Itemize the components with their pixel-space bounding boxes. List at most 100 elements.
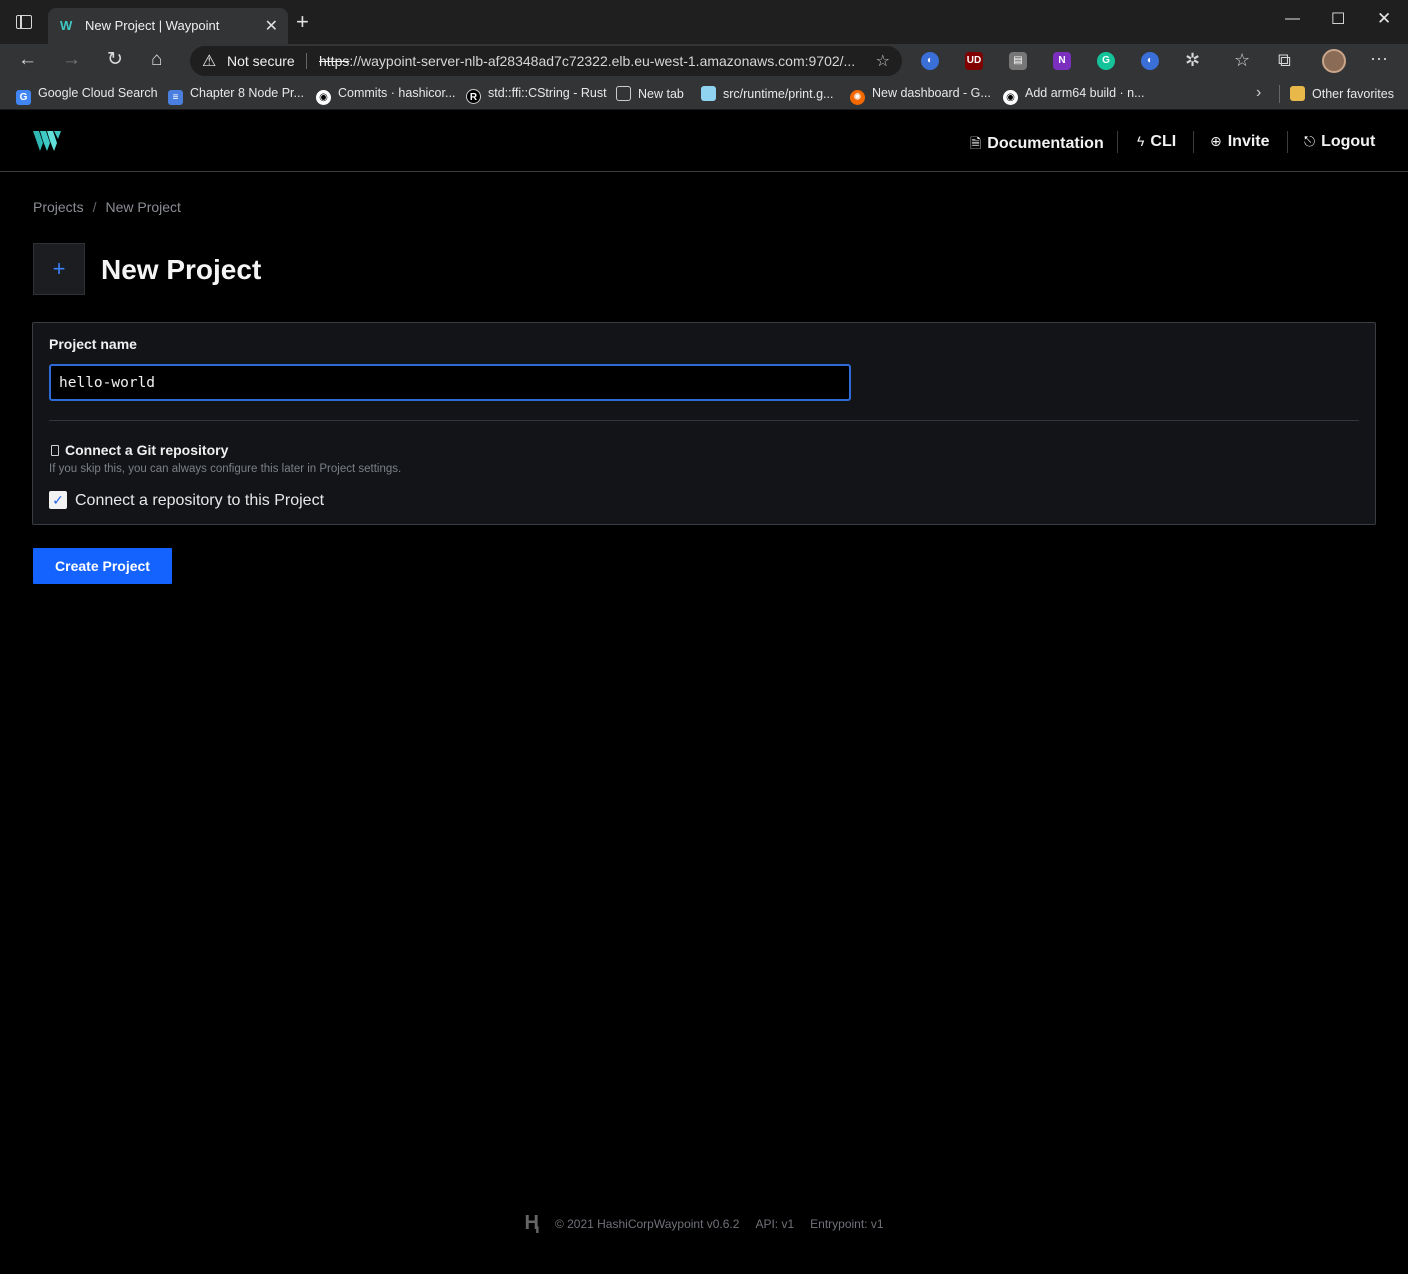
extension-copy-icon[interactable]: ▤ [1009, 52, 1027, 70]
bookmark-label: src/runtime/print.g... [723, 87, 834, 101]
footer-api-version: API: v1 [755, 1216, 795, 1231]
tab-actions-icon[interactable] [16, 15, 32, 29]
grammarly-extension-icon[interactable]: G [1097, 52, 1115, 70]
waypoint-logo-icon[interactable] [33, 129, 61, 153]
browser-toolbar: ← → ↻ ⌂ ⚠ Not secure https://waypoint-se… [0, 44, 1408, 78]
breadcrumb-projects-link[interactable]: Projects [33, 199, 84, 215]
address-bar[interactable]: ⚠ Not secure https://waypoint-server-nlb… [190, 46, 902, 76]
nav-logout[interactable]: ⎋ Logout [1304, 133, 1375, 151]
go-file-icon [701, 86, 716, 101]
git-section-hint: If you skip this, you can always configu… [49, 463, 402, 475]
repository-icon [51, 445, 59, 456]
plus-circle-icon: ⊕ [1210, 133, 1222, 149]
grafana-icon: ✺ [850, 90, 865, 105]
breadcrumb: Projects / New Project [33, 199, 181, 215]
logout-icon: ⎋ [1304, 133, 1316, 149]
bookmark-runtime-print[interactable]: src/runtime/print.g... [701, 86, 833, 101]
folder-icon [1290, 86, 1305, 101]
minimize-icon[interactable]: — [1285, 10, 1300, 27]
profile-avatar[interactable] [1322, 49, 1346, 73]
breadcrumb-separator: / [92, 199, 97, 215]
bookmark-label: New tab [638, 87, 684, 101]
browser-titlebar: W New Project | Waypoint ✕ + — ☐ ✕ [0, 0, 1408, 44]
url-scheme: https [319, 53, 350, 69]
app-footer: Ⱨ © 2021 HashiCorpWaypoint v0.6.2 API: v… [0, 1212, 1408, 1240]
document-icon: 🗎 [970, 135, 982, 151]
extensions-puzzle-icon[interactable]: ✲ [1185, 50, 1200, 71]
back-icon[interactable]: ← [18, 50, 37, 70]
bookmark-label: std::ffi::CString - Rust [488, 86, 607, 100]
new-tab-page-icon [616, 86, 631, 101]
nav-documentation-label: Documentation [987, 135, 1104, 152]
new-tab-icon[interactable]: + [296, 11, 309, 33]
hashicorp-logo-icon[interactable]: Ⱨ [524, 1212, 538, 1235]
nav-invite-label: Invite [1227, 133, 1270, 150]
home-icon[interactable]: ⌂ [151, 50, 162, 70]
rust-icon: R [466, 89, 481, 104]
bookmark-arm64-build[interactable]: ◉ Add arm64 build · n... [1003, 86, 1145, 105]
nav-divider [1287, 131, 1288, 153]
app-header: 🗎 Documentation ϟ CLI ⊕ Invite ⎋ Logout [0, 111, 1408, 172]
bookmark-label: Other favorites [1312, 87, 1394, 101]
bookmarks-bar: G Google Cloud Search ≡ Chapter 8 Node Pr.… [0, 78, 1408, 110]
plus-icon: + [33, 243, 85, 295]
bookmark-google-cloud-search[interactable]: G Google Cloud Search [16, 86, 158, 105]
github-icon: ◉ [316, 90, 331, 105]
security-status[interactable]: Not secure [227, 53, 295, 69]
tab-close-icon[interactable]: ✕ [265, 16, 278, 36]
new-project-form: Project name Connect a Git repository If… [32, 322, 1376, 525]
project-name-label: Project name [49, 336, 137, 352]
footer-copyright: © 2021 HashiCorpWaypoint v0.6.2 [555, 1217, 740, 1231]
bookmark-label: Google Cloud Search [38, 86, 158, 100]
bookmark-chapter-8[interactable]: ≡ Chapter 8 Node Pr... [168, 86, 304, 105]
forward-icon[interactable]: → [62, 50, 81, 70]
url-text[interactable]: https://waypoint-server-nlb-af28348ad7c7… [319, 53, 859, 69]
connect-repository-checkbox[interactable]: ✓ [49, 491, 67, 509]
more-menu-icon[interactable]: ··· [1370, 48, 1388, 69]
bookmark-new-tab[interactable]: New tab [616, 86, 684, 101]
footer-version: Waypoint v0.6.2 [653, 1216, 740, 1231]
onenote-extension-icon[interactable]: N [1053, 52, 1071, 70]
bookmark-rust-cstring[interactable]: Rstd::ffi::CString - Rust [466, 86, 607, 104]
nav-logout-label: Logout [1321, 133, 1376, 150]
extension-one-icon[interactable]: ◐ [921, 52, 939, 70]
bookmark-label: Add arm64 build · n... [1025, 86, 1145, 100]
create-project-button[interactable]: Create Project [33, 548, 172, 584]
breadcrumb-current: New Project [105, 199, 181, 215]
nav-cli-label: CLI [1150, 133, 1177, 150]
form-divider [49, 420, 1359, 421]
browser-tab-active[interactable]: W New Project | Waypoint ✕ [48, 8, 288, 44]
warning-icon: ⚠ [202, 53, 217, 70]
ublock-extension-icon[interactable]: UD [965, 52, 983, 70]
bookmarks-divider [1279, 85, 1280, 103]
docs-icon: ≡ [168, 90, 183, 105]
nav-invite[interactable]: ⊕ Invite [1210, 133, 1270, 151]
bookmark-label: New dashboard - G... [872, 86, 991, 100]
nav-documentation[interactable]: 🗎 Documentation [970, 133, 1104, 157]
bookmark-other-favorites[interactable]: Other favorites [1290, 86, 1394, 101]
bookmark-label: Commits · hashicor... [338, 86, 456, 100]
page-title: New Project [101, 254, 262, 285]
connect-repository-label[interactable]: Connect a repository to this Project [75, 492, 324, 510]
bookmarks-overflow-icon[interactable]: › [1256, 84, 1261, 102]
checkmark-icon: ✓ [52, 492, 64, 508]
favorites-icon[interactable]: ☆ [1234, 50, 1250, 71]
extension-two-icon[interactable]: ◐ [1141, 52, 1159, 70]
project-name-input[interactable] [49, 364, 851, 401]
google-cloud-search-icon: G [16, 90, 31, 105]
collections-icon[interactable]: ⧉ [1278, 50, 1291, 71]
reload-icon[interactable]: ↻ [107, 50, 123, 70]
git-section-title-text: Connect a Git repository [65, 442, 229, 458]
bookmark-commits[interactable]: ◉ Commits · hashicor... [316, 86, 455, 105]
maximize-icon[interactable]: ☐ [1331, 9, 1345, 29]
bookmark-new-dashboard[interactable]: ✺ New dashboard - G... [850, 86, 991, 105]
add-favorite-icon[interactable]: ☆ [876, 51, 890, 71]
lightning-icon: ϟ [1137, 133, 1145, 149]
waypoint-favicon-icon: W [60, 18, 73, 33]
tab-title: New Project | Waypoint [85, 18, 220, 33]
window-close-icon[interactable]: ✕ [1377, 9, 1391, 29]
git-section-title: Connect a Git repository [51, 442, 228, 458]
footer-copyright-text: © 2021 HashiCorp [554, 1216, 654, 1231]
nav-cli[interactable]: ϟ CLI [1137, 133, 1176, 151]
nav-divider [1117, 131, 1118, 153]
